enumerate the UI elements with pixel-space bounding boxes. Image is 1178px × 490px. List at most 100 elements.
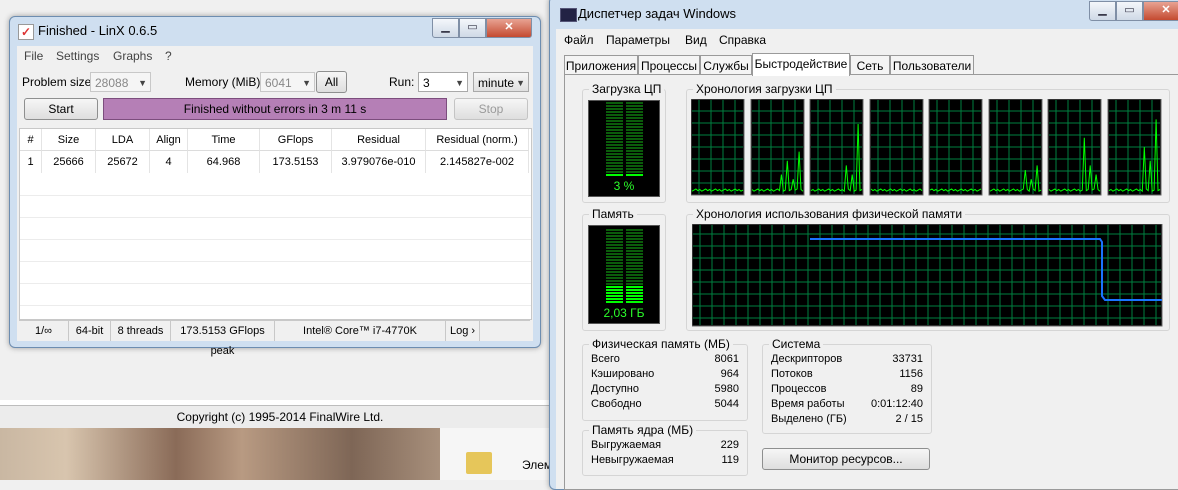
column-header[interactable]: Residual (norm.) — [426, 129, 529, 151]
menu-view[interactable]: Вид — [685, 33, 707, 47]
meter-segment — [606, 232, 623, 234]
minimize-button[interactable]: ▁ — [1089, 1, 1116, 21]
meter-segment — [606, 132, 623, 134]
table-cell: 64.968 — [188, 151, 260, 173]
status-peak: 173.5153 GFlops peak — [171, 321, 275, 357]
folder-icon[interactable] — [466, 452, 492, 474]
stat-row: Потоков 1156 — [771, 368, 923, 383]
meter-segment — [606, 265, 623, 267]
status-cpu: Intel® Core™ i7-4770K — [275, 321, 446, 341]
stat-value: 5044 — [714, 398, 739, 410]
linx-title: Finished - LinX 0.6.5 — [38, 23, 158, 38]
stat-row: Всего 8061 — [591, 353, 739, 368]
meter-segment — [606, 298, 623, 300]
linx-window: ✓ Finished - LinX 0.6.5 ▁ ▭ ✕ File Setti… — [9, 16, 541, 357]
meter-segment — [626, 280, 643, 282]
meter-segment — [606, 268, 623, 270]
meter-segment — [626, 259, 643, 261]
column-header[interactable]: LDA — [96, 129, 150, 151]
chevron-down-icon: ▼ — [138, 78, 147, 88]
stat-label: Выгружаемая — [591, 439, 662, 451]
stat-label: Потоков — [771, 368, 813, 380]
menu-file[interactable]: Файл — [564, 33, 594, 47]
meter-segment — [626, 153, 643, 155]
menu-settings[interactable]: Settings — [56, 49, 99, 63]
column-header[interactable]: Residual — [332, 129, 426, 151]
meter-segment — [626, 174, 643, 176]
stat-label: Процессов — [771, 383, 827, 395]
meter-segment — [606, 126, 623, 128]
column-header[interactable]: Align — [150, 129, 188, 151]
explorer-panel — [440, 428, 555, 480]
memory-label: Memory (MiB): — [185, 75, 264, 89]
meter-segment — [626, 123, 643, 125]
physical-memory-group: Физическая память (МБ) Всего 8061 Кэширова… — [582, 337, 748, 421]
meter-segment — [626, 108, 643, 110]
cpu-usage-group: Загрузка ЦП 3 % — [582, 82, 666, 203]
meter-segment — [626, 286, 643, 288]
meter-segment — [626, 283, 643, 285]
maximize-button[interactable]: ▭ — [1116, 1, 1143, 21]
stat-row: Невыгружаемая 119 — [591, 454, 739, 469]
meter-segment — [626, 229, 643, 231]
menu-help[interactable]: Справка — [719, 33, 766, 47]
problem-size-combo[interactable]: 28088 ▼ — [90, 72, 151, 92]
meter-segment — [626, 171, 643, 173]
meter-segment — [606, 259, 623, 261]
meter-segment — [606, 253, 623, 255]
maximize-button[interactable]: ▭ — [459, 18, 486, 38]
menu-graphs[interactable]: Graphs — [113, 49, 152, 63]
meter-segment — [626, 162, 643, 164]
run-label: Run: — [389, 75, 415, 89]
meter-segment — [626, 289, 643, 291]
meter-segment — [626, 256, 643, 258]
meter-segment — [606, 123, 623, 125]
stat-value: 5980 — [714, 383, 739, 395]
run-count-combo[interactable]: 3 ▼ — [418, 72, 468, 92]
table-cell: 3.979076e-010 — [332, 151, 426, 173]
meter-segment — [606, 138, 623, 140]
start-button[interactable]: Start — [24, 98, 98, 120]
meter-segment — [606, 244, 623, 246]
meter-segment — [626, 150, 643, 152]
resource-monitor-button[interactable]: Монитор ресурсов... — [762, 448, 930, 470]
tab-users[interactable]: Пользователи — [890, 55, 974, 75]
run-unit-combo[interactable]: minute ▼ — [473, 72, 529, 92]
column-header[interactable]: Time — [188, 129, 260, 151]
meter-segment — [626, 253, 643, 255]
table-row[interactable]: 1 25666 25672 4 64.968 173.5153 3.979076e-010 2… — [20, 151, 529, 173]
tab-processes[interactable]: Процессы — [638, 55, 700, 75]
tab-services[interactable]: Службы — [700, 55, 752, 75]
menu-options[interactable]: Параметры — [606, 33, 670, 47]
column-header[interactable]: Size — [42, 129, 96, 151]
tab-network[interactable]: Сеть — [850, 55, 890, 75]
kernel-memory-group: Память ядра (МБ) Выгружаемая 229 Невыгружа… — [582, 423, 748, 476]
tab-performance[interactable]: Быстродействие — [752, 53, 850, 76]
folder-label[interactable]: Элем — [522, 458, 552, 472]
log-button[interactable]: Log › — [446, 321, 480, 341]
all-memory-button[interactable]: All — [316, 71, 347, 93]
menu-file[interactable]: File — [24, 49, 43, 63]
status-pass: 1/∞ — [19, 321, 69, 341]
memory-history-group: Хронология использования физической памя… — [686, 207, 1170, 331]
stat-value: 119 — [721, 454, 739, 466]
column-header[interactable]: GFlops — [260, 129, 332, 151]
tab-applications[interactable]: Приложения — [564, 55, 638, 75]
linx-app-icon: ✓ — [18, 24, 34, 40]
meter-segment — [626, 247, 643, 249]
memory-history-graph — [692, 224, 1163, 327]
meter-segment — [626, 117, 643, 119]
column-header[interactable]: # — [20, 129, 42, 151]
taskmgr-window: Диспетчер задач Windows ▁ ▭ ✕ Файл Парам… — [549, 0, 1178, 490]
memory-combo[interactable]: 6041 ▼ — [260, 72, 315, 92]
close-button[interactable]: ✕ — [486, 18, 532, 38]
stat-label: Время работы — [771, 398, 845, 410]
menu-help[interactable]: ? — [165, 49, 172, 63]
stop-button[interactable]: Stop — [454, 98, 528, 120]
close-button[interactable]: ✕ — [1143, 1, 1178, 21]
meter-segment — [626, 168, 643, 170]
stat-row: Выгружаемая 229 — [591, 439, 739, 454]
stat-value: 964 — [720, 368, 739, 380]
minimize-button[interactable]: ▁ — [432, 18, 459, 38]
meter-segment — [606, 235, 623, 237]
